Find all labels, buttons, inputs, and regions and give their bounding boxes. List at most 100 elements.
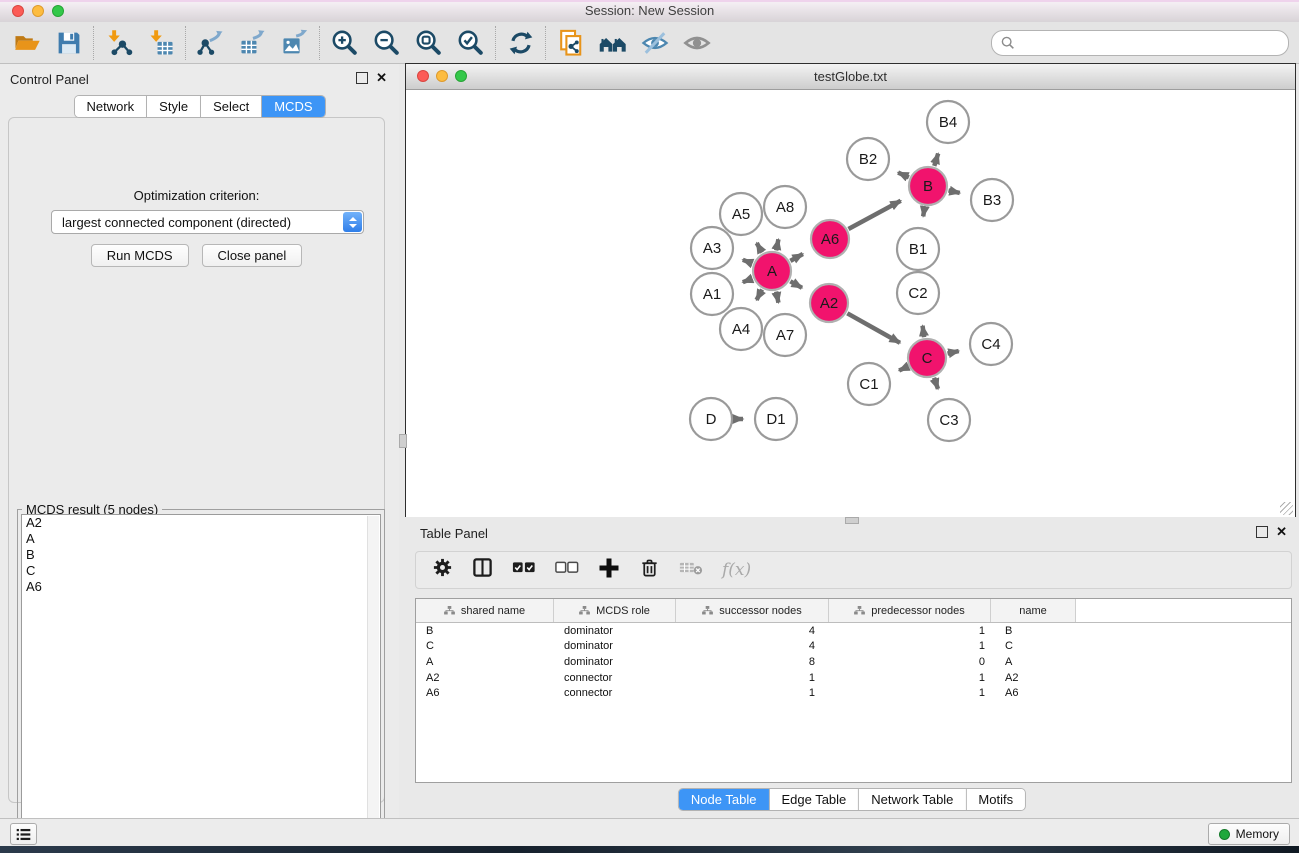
float-table-panel-icon[interactable] [1256, 526, 1268, 538]
search-input[interactable] [1020, 33, 1288, 53]
edge-B-B3[interactable] [949, 190, 960, 192]
table-row[interactable]: A2connector11A2 [416, 670, 1291, 686]
mcds-result-item[interactable]: C [22, 563, 380, 579]
close-panel-button[interactable]: Close panel [202, 244, 303, 267]
node-C2[interactable]: C2 [897, 272, 939, 314]
edge-A-A7[interactable] [776, 292, 778, 303]
tab-network-table[interactable]: Network Table [859, 789, 966, 810]
function-builder-icon[interactable]: f(x) [722, 560, 751, 580]
delete-table-icon[interactable] [679, 559, 703, 581]
mcds-result-item[interactable]: B [22, 547, 380, 563]
edge-C-C3[interactable] [934, 378, 938, 389]
node-A7[interactable]: A7 [764, 314, 806, 356]
zoom-fit-icon[interactable] [408, 25, 450, 61]
node-C4[interactable]: C4 [970, 323, 1012, 365]
node-A3[interactable]: A3 [691, 227, 733, 269]
close-table-panel-icon[interactable]: ✕ [1276, 527, 1287, 537]
run-mcds-button[interactable]: Run MCDS [91, 244, 189, 267]
edge-A2-C[interactable] [847, 313, 900, 343]
import-network-icon[interactable] [98, 25, 140, 61]
column-header-successor-nodes[interactable]: successor nodes [676, 599, 829, 622]
vertical-split-handle[interactable] [399, 434, 407, 448]
node-B[interactable]: B [909, 167, 947, 205]
tab-select[interactable]: Select [201, 96, 262, 117]
node-B4[interactable]: B4 [927, 101, 969, 143]
table-row[interactable]: Bdominator41B [416, 623, 1291, 639]
result-list-scrollbar[interactable] [367, 516, 379, 850]
mcds-result-item[interactable]: A [22, 531, 380, 547]
mcds-result-item[interactable]: A2 [22, 515, 380, 531]
criterion-dropdown[interactable]: largest connected component (directed) [51, 210, 364, 234]
edge-B-B1[interactable] [923, 207, 925, 217]
network-graph[interactable]: B4 B2 B B3 A8A5 A6 A3 B1 A A1 C2 A2 A4A7 C4 C C1 C3 D D1 [406, 90, 1295, 517]
node-A4[interactable]: A4 [720, 308, 762, 350]
column-header-predecessor-nodes[interactable]: predecessor nodes [829, 599, 991, 622]
network-window-titlebar[interactable]: testGlobe.txt [406, 64, 1295, 90]
tab-network[interactable]: Network [74, 96, 147, 117]
search-field[interactable] [991, 30, 1289, 56]
edge-B-B4[interactable] [934, 153, 938, 165]
open-file-icon[interactable] [6, 25, 48, 61]
node-C1[interactable]: C1 [848, 363, 890, 405]
network-files-icon[interactable] [550, 25, 592, 61]
network-canvas[interactable]: B4 B2 B B3 A8A5 A6 A3 B1 A A1 C2 A2 A4A7 C4 C C1 C3 D D1 [406, 90, 1295, 517]
mcds-result-list[interactable]: A2ABCA6 [21, 514, 381, 852]
node-A6[interactable]: A6 [811, 220, 849, 258]
node-A1[interactable]: A1 [691, 273, 733, 315]
hide-graphics-details-icon[interactable] [634, 25, 676, 61]
edge-B-B2[interactable] [898, 173, 909, 178]
table-row[interactable]: Cdominator41C [416, 639, 1291, 655]
tab-edge-table[interactable]: Edge Table [769, 789, 859, 810]
mcds-result-item[interactable]: A6 [22, 579, 380, 595]
table-row[interactable]: A6connector11A6 [416, 685, 1291, 701]
edge-A-A8[interactable] [776, 239, 778, 250]
node-C[interactable]: C [908, 339, 946, 377]
zoom-out-icon[interactable] [366, 25, 408, 61]
node-A8[interactable]: A8 [764, 186, 806, 228]
node-B3[interactable]: B3 [971, 179, 1013, 221]
add-column-icon[interactable] [598, 557, 620, 584]
float-panel-icon[interactable] [356, 72, 368, 84]
node-A2[interactable]: A2 [810, 284, 848, 322]
save-session-icon[interactable] [48, 25, 90, 61]
edge-C-C1[interactable] [899, 367, 908, 371]
deselect-all-icon[interactable] [555, 561, 579, 579]
delete-column-icon[interactable] [639, 557, 660, 583]
edge-A-A1[interactable] [743, 279, 753, 283]
edge-A-A3[interactable] [743, 260, 753, 264]
column-header-MCDS-role[interactable]: MCDS role [554, 599, 676, 622]
edge-C-C2[interactable] [923, 326, 925, 338]
zoom-selected-icon[interactable] [450, 25, 492, 61]
node-B1[interactable]: B1 [897, 228, 939, 270]
tab-node-table[interactable]: Node Table [679, 789, 770, 810]
edge-A-A5[interactable] [757, 243, 762, 253]
task-history-button[interactable] [10, 823, 37, 845]
column-header-name[interactable]: name [991, 599, 1076, 622]
show-graphics-details-icon[interactable] [676, 25, 718, 61]
edge-A-A6[interactable] [790, 254, 802, 261]
export-image-icon[interactable] [274, 25, 316, 61]
zoom-in-icon[interactable] [324, 25, 366, 61]
select-all-icon[interactable] [512, 561, 536, 579]
node-A[interactable]: A [753, 252, 791, 290]
home-icon[interactable] [592, 25, 634, 61]
resize-grip[interactable] [1280, 502, 1293, 515]
tab-style[interactable]: Style [147, 96, 201, 117]
node-D[interactable]: D [690, 398, 732, 440]
node-C3[interactable]: C3 [928, 399, 970, 441]
node-D1[interactable]: D1 [755, 398, 797, 440]
show-column-icon[interactable] [472, 557, 493, 583]
close-panel-icon[interactable]: ✕ [376, 73, 387, 83]
node-B2[interactable]: B2 [847, 138, 889, 180]
tab-motifs[interactable]: Motifs [966, 789, 1025, 810]
table-row[interactable]: Adominator80A [416, 654, 1291, 670]
attribute-settings-icon[interactable] [432, 557, 453, 583]
tab-mcds[interactable]: MCDS [262, 96, 324, 117]
export-table-icon[interactable] [232, 25, 274, 61]
node-A5[interactable]: A5 [720, 193, 762, 235]
import-table-icon[interactable] [140, 25, 182, 61]
refresh-icon[interactable] [500, 25, 542, 61]
edge-A-A4[interactable] [757, 290, 763, 300]
edge-A-A2[interactable] [790, 281, 802, 288]
edge-A6-B[interactable] [848, 201, 900, 229]
